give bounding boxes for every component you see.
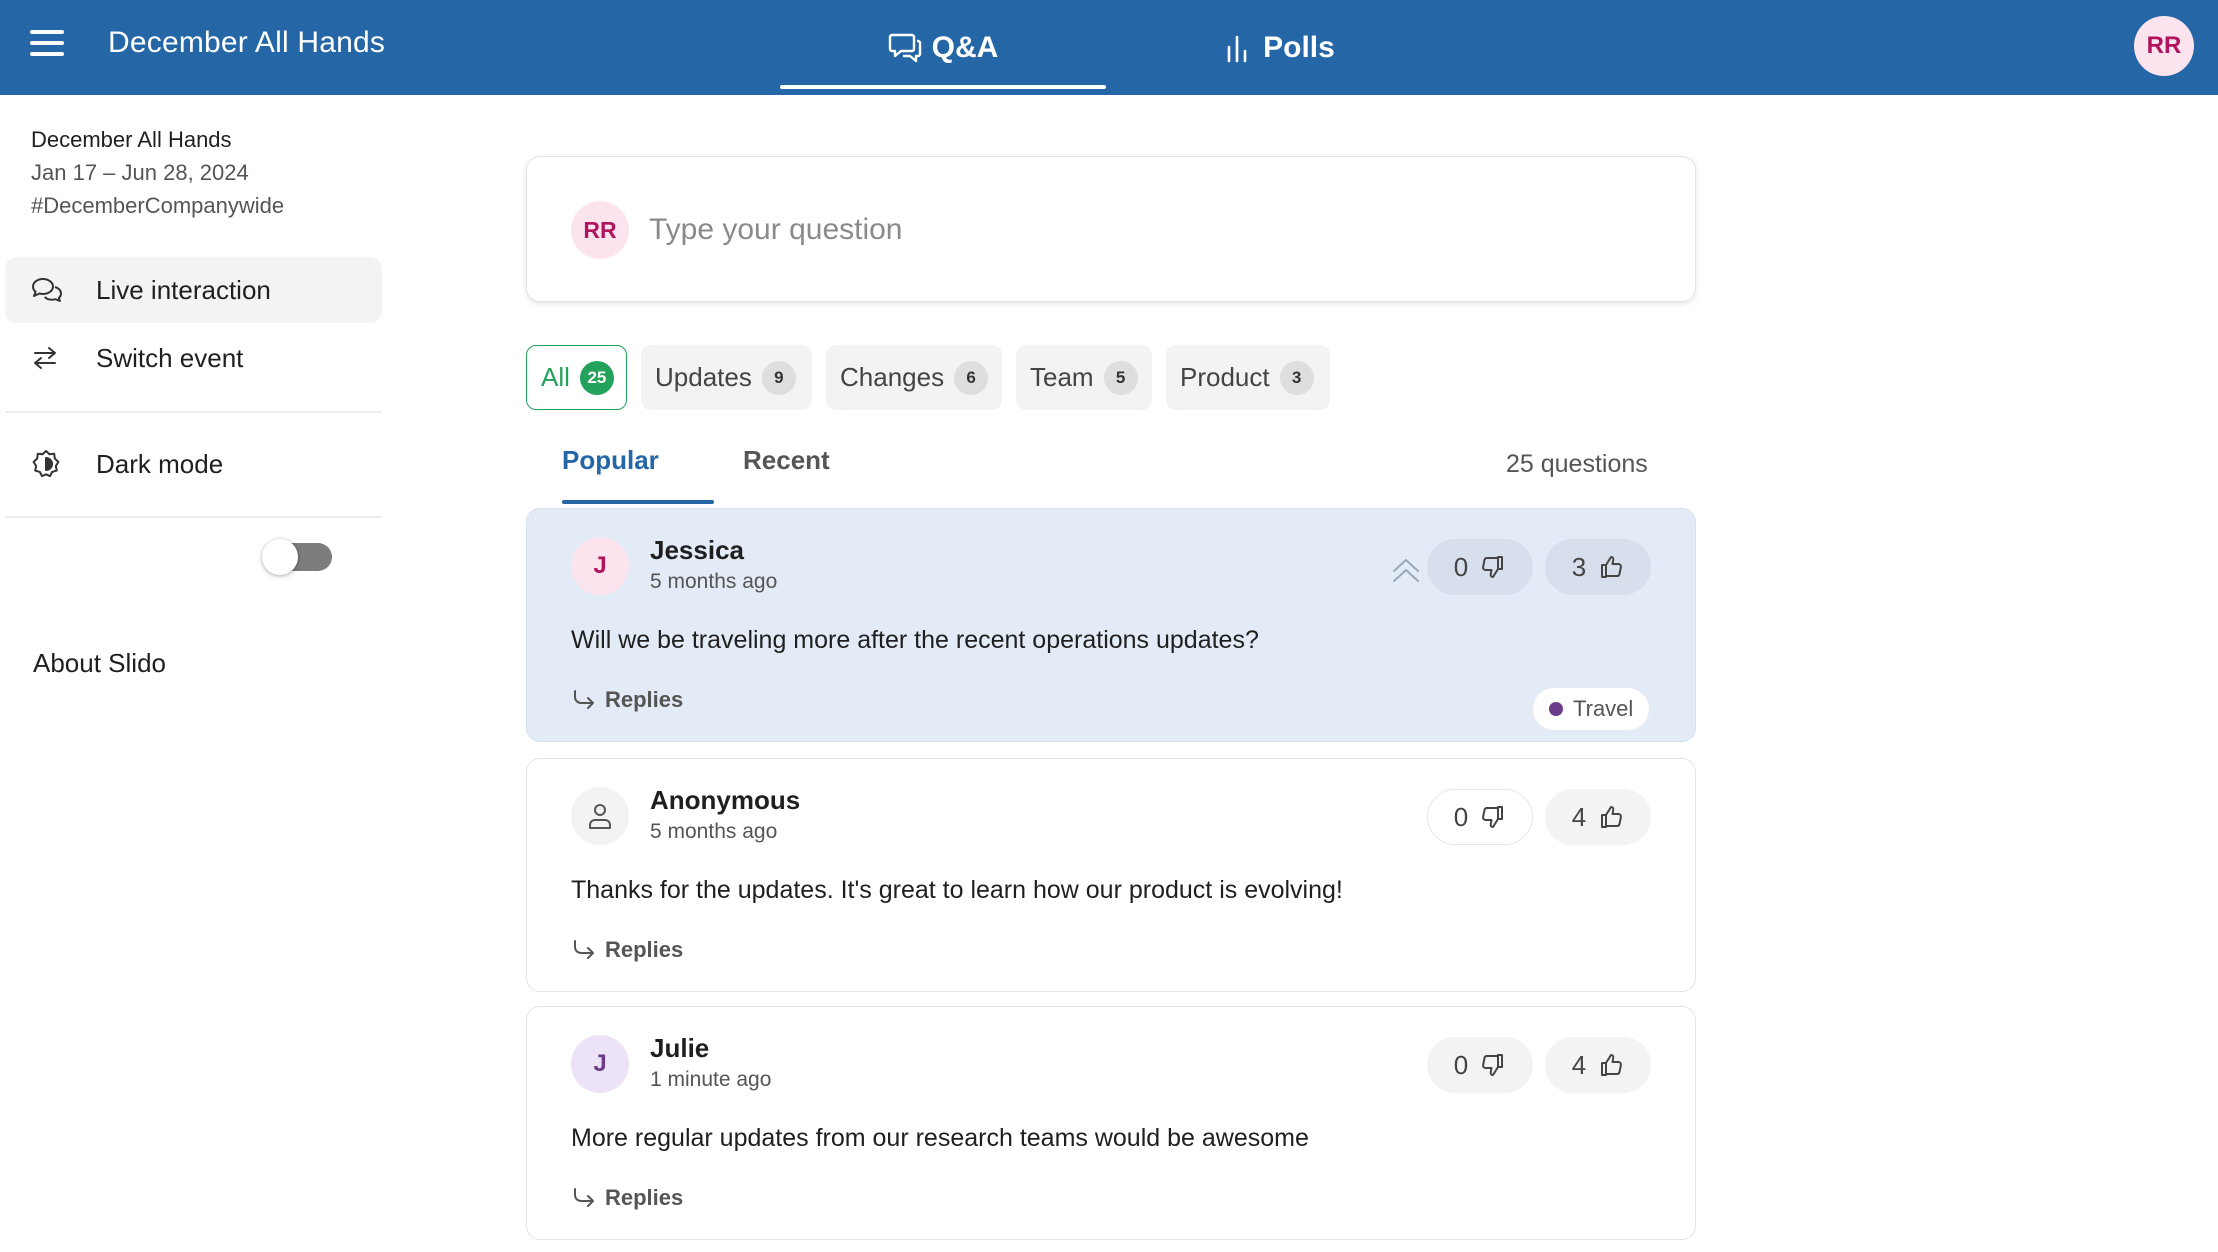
filter-chip-count: 3 [1279, 360, 1314, 395]
question-text: Thanks for the updates. It's great to le… [571, 876, 1343, 904]
person-icon [589, 804, 611, 829]
upvote-count: 4 [1571, 1049, 1587, 1080]
question-card: J Jessica 5 months ago 0 3 Will we be tr… [526, 508, 1696, 742]
filter-chip-count: 9 [761, 360, 796, 395]
downvote-count: 0 [1453, 801, 1469, 832]
bar-chart-icon [1227, 35, 1247, 62]
about-link[interactable]: About Slido [33, 648, 166, 679]
question-text: Will we be traveling more after the rece… [571, 626, 1259, 654]
avatar: J [571, 537, 629, 595]
upvote-button[interactable]: 4 [1545, 789, 1651, 845]
sidebar-divider [5, 516, 382, 518]
dark-mode-toggle[interactable] [262, 539, 332, 575]
upvote-button[interactable]: 4 [1545, 1037, 1651, 1093]
thumbs-down-icon [1482, 806, 1504, 828]
thumbs-down-icon [1482, 1054, 1504, 1076]
tag-color-dot [1549, 702, 1563, 716]
page-title: December All Hands [108, 26, 386, 59]
filter-chip-label: Updates [655, 362, 752, 392]
filter-chip-team[interactable]: Team 5 [1016, 345, 1152, 410]
sidebar-item-live-interaction[interactable]: Live interaction [5, 257, 382, 323]
upvote-count: 4 [1571, 801, 1587, 832]
question-author: Jessica [650, 535, 744, 565]
event-code: #DecemberCompanywide [31, 193, 285, 218]
downvote-button[interactable]: 0 [1427, 1037, 1533, 1093]
toggle-knob [262, 539, 298, 575]
event-dates: Jan 17 – Jun 28, 2024 [31, 160, 249, 185]
sidebar-item-dark-mode: Dark mode [5, 431, 382, 497]
reply-arrow-icon [574, 1188, 594, 1207]
filter-chip-label: Changes [840, 362, 945, 392]
sidebar-item-label: Live interaction [96, 274, 271, 305]
swap-arrows-icon [31, 345, 91, 371]
thumbs-down-icon [1482, 556, 1504, 578]
replies-button[interactable]: Replies [571, 687, 683, 713]
sidebar-item-switch-event[interactable]: Switch event [5, 325, 382, 391]
replies-label: Replies [605, 687, 684, 712]
question-card: J Julie 1 minute ago 0 4 More regular up… [526, 1006, 1696, 1240]
question-author: Anonymous [650, 785, 801, 815]
event-name: December All Hands [31, 127, 232, 152]
question-time: 5 months ago [650, 570, 778, 593]
hamburger-menu-icon[interactable] [30, 30, 64, 58]
tab-recent[interactable]: Recent [743, 445, 830, 476]
filter-chip-count: 6 [954, 360, 989, 395]
avatar: J [571, 1035, 629, 1093]
anonymous-avatar [571, 787, 629, 845]
filter-chip-product[interactable]: Product 3 [1166, 345, 1330, 410]
question-author: Julie [650, 1033, 710, 1063]
sidebar-item-label: Switch event [96, 342, 244, 373]
tab-polls[interactable]: Polls [1160, 0, 1400, 95]
filter-chip-changes[interactable]: Changes 6 [826, 345, 1002, 410]
filter-chip-count: 25 [579, 360, 614, 395]
question-time: 5 months ago [650, 820, 778, 843]
filter-chip-label: Product [1180, 362, 1270, 392]
filter-chip-count: 5 [1103, 360, 1138, 395]
top-bar: December All Hands Q&A Polls RR [0, 0, 2218, 95]
double-chevron-up-icon[interactable] [1389, 551, 1423, 585]
active-tab-indicator [562, 500, 714, 504]
replies-button[interactable]: Replies [571, 1185, 683, 1211]
upvote-count: 3 [1571, 551, 1587, 582]
dark-mode-label: Dark mode [96, 448, 224, 479]
thumbs-up-icon [1601, 806, 1623, 828]
topic-tag: Travel [1533, 688, 1650, 730]
filter-chip-label: Team [1030, 362, 1094, 392]
downvote-count: 0 [1453, 1049, 1469, 1080]
tab-polls-label: Polls [1263, 30, 1335, 64]
replies-label: Replies [605, 1185, 684, 1210]
thumbs-up-icon [1601, 556, 1623, 578]
tag-label: Travel [1573, 696, 1634, 721]
filter-chip-all[interactable]: All 25 [526, 345, 627, 410]
chat-bubbles-icon [888, 33, 921, 62]
replies-button[interactable]: Replies [571, 937, 683, 963]
chat-bubbles-icon [31, 276, 91, 304]
filter-chip-label: All [541, 362, 570, 392]
reply-arrow-icon [574, 690, 594, 709]
downvote-count: 0 [1453, 551, 1469, 582]
question-count: 25 questions [1506, 450, 1648, 478]
question-card: Anonymous 5 months ago 0 4 Thanks for th… [526, 758, 1696, 992]
tab-qa-label: Q&A [931, 30, 999, 64]
tab-qa[interactable]: Q&A [780, 0, 1106, 95]
downvote-button[interactable]: 0 [1427, 539, 1533, 595]
downvote-button[interactable]: 0 [1427, 789, 1533, 845]
avatar: RR [571, 201, 629, 259]
question-text: More regular updates from our research t… [571, 1124, 1309, 1152]
thumbs-up-icon [1601, 1054, 1623, 1076]
sidebar: December All Hands Jan 17 – Jun 28, 2024… [0, 95, 390, 1252]
question-composer: RR [526, 156, 1696, 302]
question-input[interactable] [649, 201, 1649, 259]
replies-label: Replies [605, 937, 684, 962]
event-info: December All Hands Jan 17 – Jun 28, 2024… [31, 123, 284, 222]
upvote-button[interactable]: 3 [1545, 539, 1651, 595]
question-time: 1 minute ago [650, 1068, 772, 1091]
reply-arrow-icon [574, 940, 594, 959]
brightness-gear-icon [31, 449, 91, 479]
user-avatar[interactable]: RR [2134, 16, 2194, 76]
filter-chip-updates[interactable]: Updates 9 [641, 345, 812, 410]
sidebar-divider [5, 411, 382, 413]
tab-popular[interactable]: Popular [562, 445, 659, 476]
